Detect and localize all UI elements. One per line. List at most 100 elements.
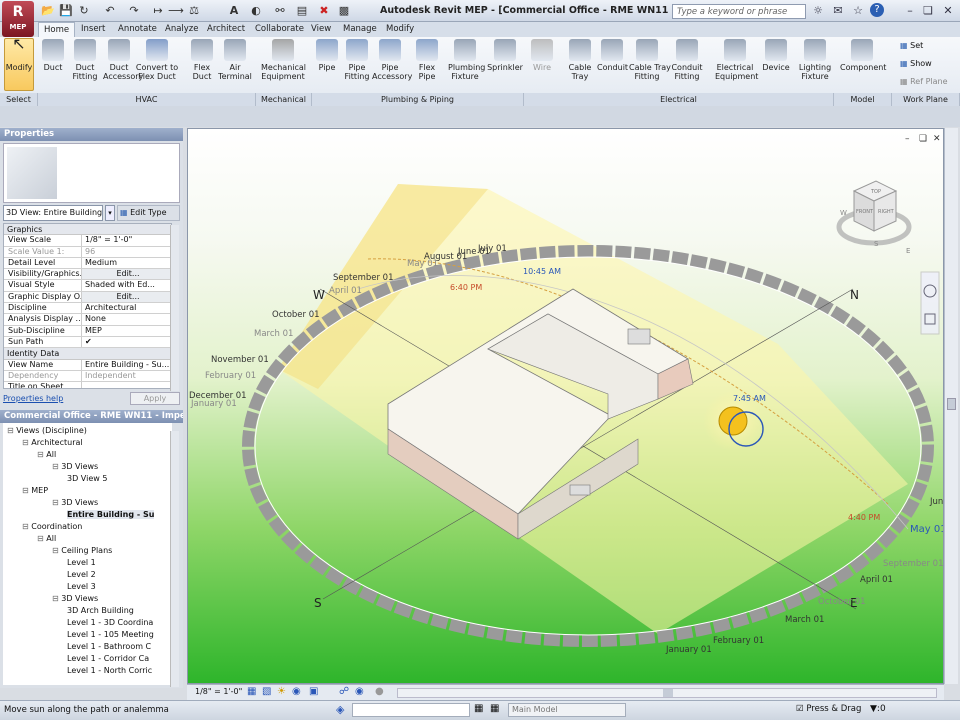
undo-icon[interactable]: ↶ [102, 3, 118, 18]
browser-node[interactable]: Level 1 - 105 Meeting [3, 629, 172, 641]
tab-modify[interactable]: Modify [381, 22, 419, 37]
browser-node[interactable]: Level 3 [3, 581, 172, 593]
property-value[interactable]: Medium [82, 257, 171, 269]
filter-icon[interactable]: ▼:0 [870, 704, 886, 714]
minimize-icon[interactable]: – [902, 3, 918, 19]
panel-select[interactable]: Select [0, 93, 38, 106]
tool-component-button[interactable]: Component [840, 39, 886, 72]
panel-mechanical[interactable]: Mechanical [256, 93, 312, 106]
property-row[interactable]: Visual Style Shaded with Ed... [4, 280, 171, 292]
browser-node[interactable]: ⊟ All [3, 533, 172, 545]
expand-toggle-icon[interactable]: ⊟ [22, 438, 31, 447]
property-value[interactable]: Shaded with Ed... [82, 280, 171, 291]
tab-analyze[interactable]: Analyze [160, 22, 204, 37]
save-icon[interactable]: 💾 [58, 3, 74, 18]
edit-type-button[interactable]: ▦ Edit Type [117, 205, 180, 221]
lock-icon[interactable]: ☍ [339, 686, 349, 697]
help-icon[interactable]: ? [870, 3, 884, 17]
hide-icon[interactable]: ◉ [355, 686, 364, 697]
expand-toggle-icon[interactable]: ⊟ [52, 594, 61, 603]
property-value[interactable]: Independent [82, 370, 171, 382]
tool-plumbing-fixture-button[interactable]: Plumbing Fixture [448, 39, 485, 81]
properties-scrollbar[interactable] [170, 225, 179, 391]
tool-flex-duct-button[interactable]: Flex Duct [189, 39, 215, 81]
property-value[interactable]: 96 [82, 246, 171, 257]
properties-help-link[interactable]: Properties help [3, 394, 63, 403]
favorites-icon[interactable]: ☆ [850, 3, 866, 19]
tool-cable-tray-button[interactable]: Cable Tray [566, 39, 594, 81]
navigation-bar[interactable] [920, 271, 940, 335]
property-group[interactable]: Graphics [4, 224, 171, 236]
property-row[interactable]: Graphic Display O... Edit... [4, 291, 171, 304]
panel-model[interactable]: Model [834, 93, 892, 106]
tool-duct-accessory-button[interactable]: Duct Accessory [103, 39, 143, 81]
property-row[interactable]: Sub-Discipline MEP [4, 325, 171, 337]
3d-viewport[interactable]: W N S E June 01 July 01 August 01 May 01… [187, 128, 944, 684]
view-scale[interactable]: 1/8" = 1'-0" [195, 687, 242, 696]
property-value[interactable]: Edit... [82, 291, 171, 303]
viewcube-top[interactable]: TOP [870, 189, 881, 195]
tool-sprinkler-button[interactable]: Sprinkler [487, 39, 523, 72]
tab-insert[interactable]: Insert [76, 22, 110, 37]
browser-node[interactable]: Level 1 - 3D Coordina [3, 617, 172, 629]
sun-path-icon[interactable]: ☀ [277, 686, 286, 697]
expand-toggle-icon[interactable]: ⊟ [37, 450, 46, 459]
browser-node[interactable]: 3D Arch Building [3, 605, 172, 617]
sun-path-scene[interactable]: W N S E June 01 July 01 August 01 May 01… [188, 129, 944, 684]
viewcube-right[interactable]: RIGHT [878, 209, 895, 215]
expand-toggle-icon[interactable]: ⊟ [7, 426, 16, 435]
property-value[interactable]: Edit... [82, 269, 171, 280]
browser-node[interactable]: ⊟ Views (Discipline) [3, 425, 172, 437]
tab-collaborate[interactable]: Collaborate [250, 22, 309, 37]
tool-conduit-fitting-button[interactable]: Conduit Fitting [671, 39, 703, 81]
editable-icon[interactable]: ▦ [474, 703, 483, 714]
binoculars-icon[interactable]: ☼ [810, 3, 826, 19]
tool-pipe-accessory-button[interactable]: Pipe Accessory [372, 39, 412, 81]
crop-icon[interactable]: ▣ [309, 686, 318, 697]
expand-toggle-icon[interactable]: ⊟ [22, 522, 31, 531]
property-value[interactable]: MEP [82, 325, 171, 336]
property-value[interactable] [82, 382, 171, 388]
property-row[interactable]: Scale Value 1: 96 [4, 246, 171, 258]
vscroll-thumb[interactable] [947, 398, 956, 410]
tag-icon[interactable]: ⚖ [186, 3, 202, 18]
press-drag-checkbox[interactable]: ☑ Press & Drag [796, 704, 861, 714]
workset-dropdown[interactable] [352, 703, 470, 717]
panel-work-plane[interactable]: Work Plane [892, 93, 960, 106]
tool-convert-flex-duct-button[interactable]: Convert to Flex Duct [135, 39, 179, 81]
tool-duct-button[interactable]: Duct [40, 39, 66, 72]
measure-icon[interactable]: ↦ [150, 3, 166, 18]
property-row[interactable]: Dependency Independent [4, 370, 171, 383]
thin-lines-icon[interactable]: ▤ [294, 3, 310, 18]
property-row[interactable]: Sun Path ✔ [4, 336, 171, 349]
expand-toggle-icon[interactable]: ⊟ [52, 498, 61, 507]
browser-node[interactable]: Level 1 - Bathroom C [3, 641, 172, 653]
browser-node[interactable]: Entire Building - Su [3, 509, 172, 521]
viewport-vertical-scrollbar[interactable] [944, 128, 958, 684]
panel-electrical[interactable]: Electrical [524, 93, 834, 106]
hscroll-thumb[interactable] [663, 689, 673, 697]
property-row[interactable]: View Scale 1/8" = 1'-0" [4, 235, 171, 247]
open-icon[interactable]: 📂 [40, 3, 56, 18]
viewport-minimize-icon[interactable]: – [905, 134, 910, 144]
viewport-restore-icon[interactable]: ❏ [919, 134, 927, 144]
expand-toggle-icon[interactable]: ⊟ [22, 486, 31, 495]
tool-pipe-button[interactable]: Pipe [314, 39, 340, 72]
tab-view[interactable]: View [306, 22, 336, 37]
tab-manage[interactable]: Manage [338, 22, 382, 37]
browser-node[interactable]: ⊟ MEP [3, 485, 172, 497]
tool-mechanical-equipment-button[interactable]: Mechanical Equipment [261, 39, 306, 81]
search-input[interactable]: Type a keyword or phrase [672, 4, 806, 19]
worksets-icon[interactable]: ◈ [336, 703, 344, 716]
panel-plumbing[interactable]: Plumbing & Piping [312, 93, 524, 106]
detail-level-icon[interactable]: ▦ [247, 686, 256, 697]
workplane-show[interactable]: ▦ Show [900, 59, 932, 68]
tool-device-button[interactable]: Device [761, 39, 791, 72]
browser-node[interactable]: ⊟ Ceiling Plans [3, 545, 172, 557]
tool-air-terminal-button[interactable]: Air Terminal [218, 39, 252, 81]
text-icon[interactable]: A [226, 3, 242, 18]
tool-duct-fitting-button[interactable]: Duct Fitting [70, 39, 100, 81]
browser-node[interactable]: Level 1 - North Corric [3, 665, 172, 677]
expand-toggle-icon[interactable]: ⊟ [52, 546, 61, 555]
reveal-icon[interactable]: ● [375, 686, 384, 697]
